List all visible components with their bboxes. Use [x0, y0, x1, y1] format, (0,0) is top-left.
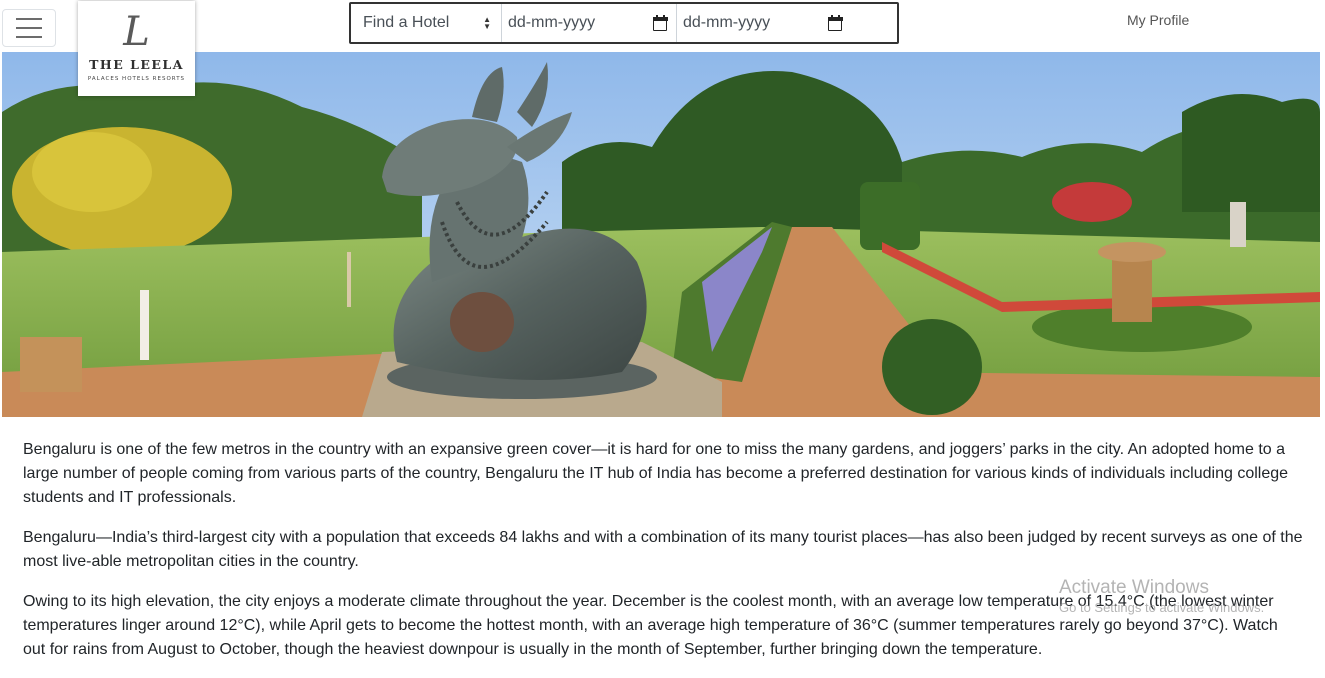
- logo-name: THE LEELA: [89, 57, 184, 72]
- my-profile-link[interactable]: My Profile: [1127, 12, 1189, 28]
- calendar-icon[interactable]: [652, 15, 668, 31]
- hero-image: [2, 52, 1320, 417]
- article-paragraph: Bengaluru—India’s third-largest city wit…: [23, 529, 1303, 570]
- article-paragraph: Owing to its high elevation, the city en…: [23, 593, 1278, 658]
- hamburger-icon-line: [16, 18, 42, 20]
- article-content: Bengaluru is one of the few metros in th…: [23, 438, 1303, 678]
- calendar-icon[interactable]: [827, 15, 843, 31]
- checkout-date-input[interactable]: dd-mm-yyyy: [677, 4, 897, 42]
- hamburger-icon-line: [16, 27, 42, 29]
- top-navbar: L THE LEELA PALACES HOTELS RESORTS Find …: [0, 0, 1325, 96]
- garden-nandi-photo: [2, 52, 1320, 417]
- hamburger-menu-button[interactable]: [2, 9, 56, 47]
- brand-logo[interactable]: L THE LEELA PALACES HOTELS RESORTS: [78, 1, 195, 96]
- hotel-select[interactable]: Find a Hotel ▲ ▼: [351, 4, 502, 42]
- logo-tagline: PALACES HOTELS RESORTS: [87, 76, 186, 82]
- article-paragraph: Bengaluru is one of the few metros in th…: [23, 441, 1289, 506]
- logo-mark: L: [123, 9, 150, 55]
- checkout-date-placeholder: dd-mm-yyyy: [683, 14, 771, 31]
- checkin-date-input[interactable]: dd-mm-yyyy: [502, 4, 677, 42]
- hamburger-icon-line: [16, 36, 42, 38]
- hotel-search-bar: Find a Hotel ▲ ▼ dd-mm-yyyy dd-mm-yyyy: [349, 2, 899, 44]
- select-arrows-icon: ▲ ▼: [483, 15, 491, 31]
- hotel-select-value: Find a Hotel: [363, 14, 450, 31]
- checkin-date-placeholder: dd-mm-yyyy: [508, 14, 596, 31]
